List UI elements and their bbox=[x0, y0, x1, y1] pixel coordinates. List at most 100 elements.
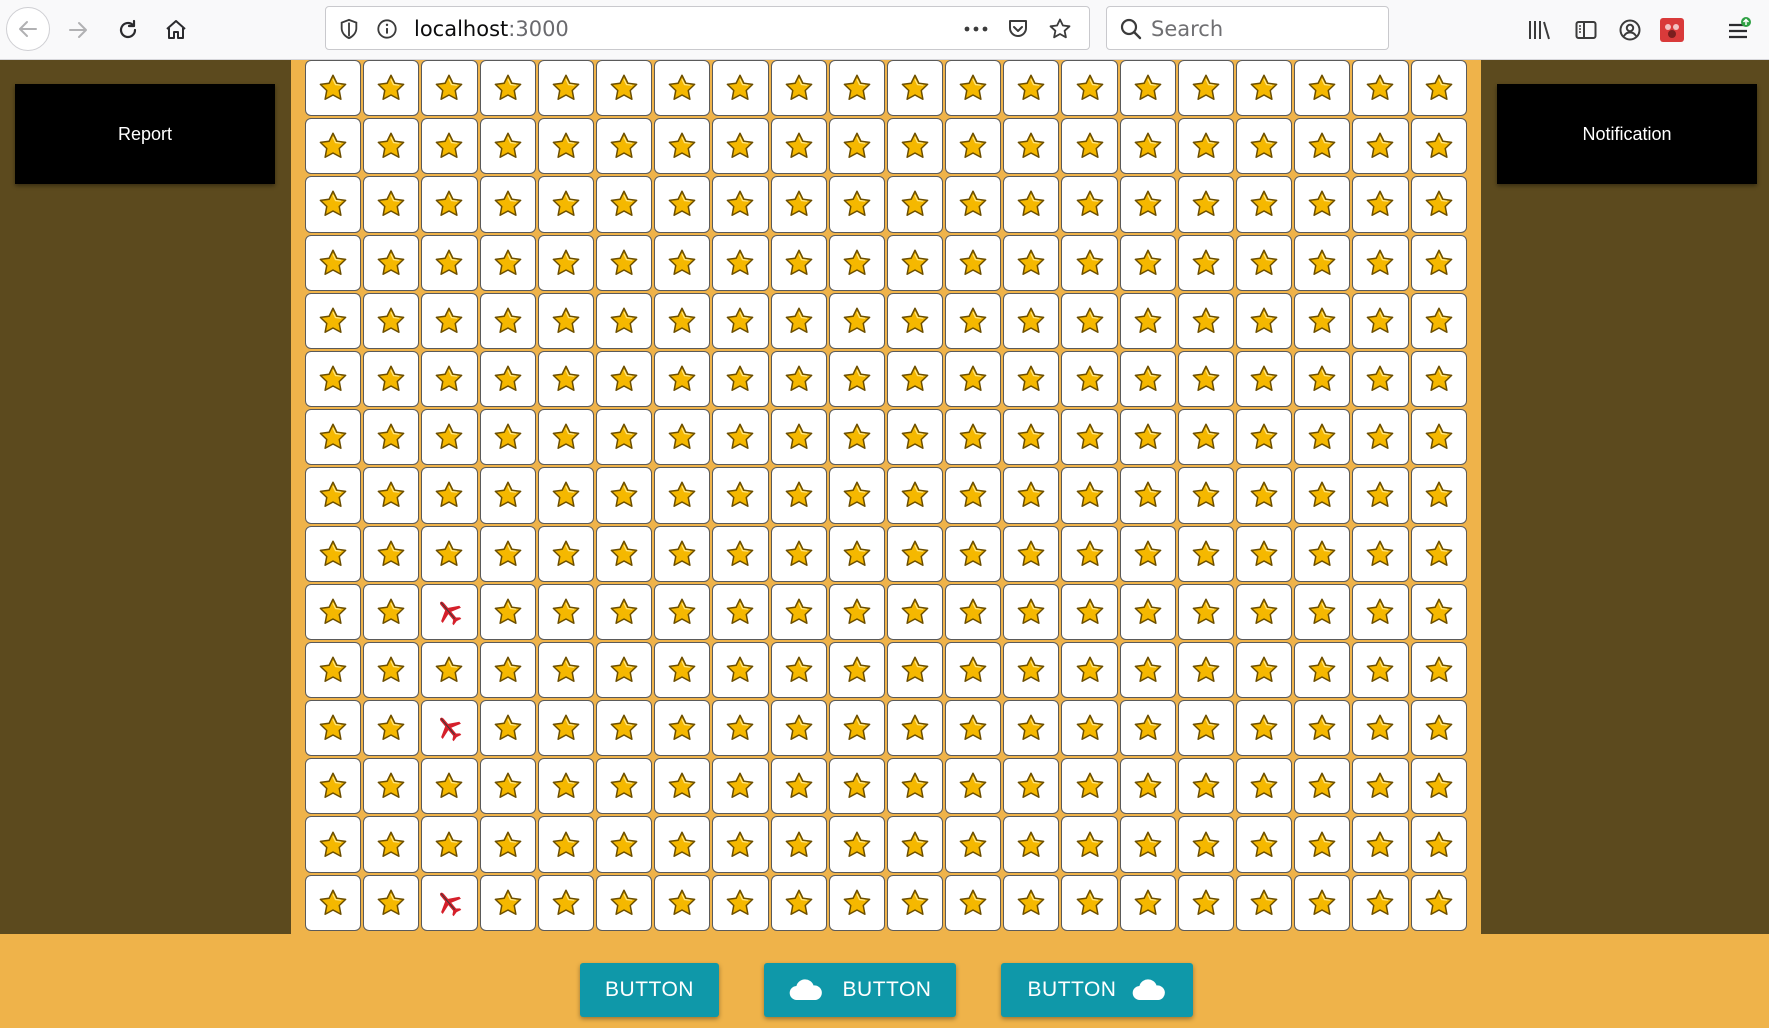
grid-cell[interactable] bbox=[828, 118, 885, 175]
grid-cell[interactable] bbox=[595, 874, 653, 931]
grid-cell[interactable] bbox=[828, 60, 885, 117]
grid-cell[interactable] bbox=[537, 583, 594, 640]
grid-cell[interactable] bbox=[305, 60, 362, 117]
grid-cell[interactable] bbox=[945, 292, 1002, 349]
grid-cell[interactable] bbox=[654, 292, 711, 349]
home-button[interactable] bbox=[156, 10, 196, 50]
grid-cell[interactable] bbox=[886, 583, 944, 640]
grid-cell[interactable] bbox=[1177, 525, 1234, 582]
grid-cell[interactable] bbox=[886, 816, 944, 873]
grid-cell[interactable] bbox=[828, 350, 885, 408]
grid-cell[interactable] bbox=[363, 176, 420, 233]
bookmark-star-icon[interactable] bbox=[1048, 17, 1072, 41]
grid-cell[interactable] bbox=[1410, 583, 1467, 640]
grid-cell[interactable] bbox=[654, 700, 711, 757]
grid-cell[interactable] bbox=[1410, 525, 1467, 582]
grid-cell[interactable] bbox=[363, 525, 420, 582]
grid-cell[interactable] bbox=[945, 409, 1002, 466]
grid-cell[interactable] bbox=[1177, 816, 1234, 873]
grid-cell[interactable] bbox=[479, 350, 536, 408]
grid-cell[interactable] bbox=[1177, 118, 1234, 175]
grid-cell[interactable] bbox=[654, 758, 711, 815]
grid-cell[interactable] bbox=[886, 350, 944, 408]
grid-cell[interactable] bbox=[1119, 816, 1176, 873]
grid-cell[interactable] bbox=[1294, 758, 1351, 815]
grid-cell[interactable] bbox=[595, 176, 653, 233]
grid-cell[interactable] bbox=[654, 874, 711, 931]
grid-cell[interactable] bbox=[363, 641, 420, 699]
grid-cell[interactable] bbox=[1119, 758, 1176, 815]
grid-cell[interactable] bbox=[363, 758, 420, 815]
grid-cell[interactable] bbox=[1061, 816, 1118, 873]
grid-cell[interactable] bbox=[421, 176, 478, 233]
grid-cell[interactable] bbox=[1119, 467, 1176, 524]
grid-cell[interactable] bbox=[479, 816, 536, 873]
grid-cell[interactable] bbox=[537, 118, 594, 175]
grid-cell[interactable] bbox=[1236, 350, 1293, 408]
grid-cell[interactable] bbox=[712, 874, 769, 931]
grid-cell[interactable] bbox=[1061, 700, 1118, 757]
grid-cell[interactable] bbox=[1352, 583, 1409, 640]
grid-cell[interactable] bbox=[886, 874, 944, 931]
grid-cell[interactable] bbox=[886, 118, 944, 175]
grid-cell[interactable] bbox=[770, 409, 827, 466]
grid-cell[interactable] bbox=[479, 176, 536, 233]
grid-cell[interactable] bbox=[1119, 234, 1176, 291]
grid-cell[interactable] bbox=[828, 292, 885, 349]
grid-cell[interactable] bbox=[886, 700, 944, 757]
grid-cell[interactable] bbox=[595, 758, 653, 815]
grid-cell[interactable] bbox=[1352, 350, 1409, 408]
grid-cell[interactable] bbox=[479, 409, 536, 466]
grid-cell[interactable] bbox=[1177, 641, 1234, 699]
grid-cell[interactable] bbox=[712, 350, 769, 408]
account-button[interactable] bbox=[1610, 10, 1650, 50]
grid-cell[interactable] bbox=[1119, 409, 1176, 466]
grid-cell[interactable] bbox=[1119, 60, 1176, 117]
grid-cell[interactable] bbox=[1061, 525, 1118, 582]
grid-cell[interactable] bbox=[537, 816, 594, 873]
grid-cell[interactable] bbox=[1410, 816, 1467, 873]
grid-cell[interactable] bbox=[654, 467, 711, 524]
grid-cell[interactable] bbox=[1352, 641, 1409, 699]
grid-cell[interactable] bbox=[479, 118, 536, 175]
grid-cell[interactable] bbox=[828, 700, 885, 757]
grid-cell[interactable] bbox=[595, 700, 653, 757]
grid-cell[interactable] bbox=[770, 467, 827, 524]
grid-cell[interactable] bbox=[1119, 118, 1176, 175]
grid-cell[interactable] bbox=[770, 292, 827, 349]
grid-cell[interactable] bbox=[945, 583, 1002, 640]
grid-cell[interactable] bbox=[1410, 641, 1467, 699]
grid-cell[interactable] bbox=[1177, 467, 1234, 524]
grid-cell[interactable] bbox=[421, 583, 478, 640]
grid-cell[interactable] bbox=[654, 234, 711, 291]
grid-cell[interactable] bbox=[654, 525, 711, 582]
grid-cell[interactable] bbox=[305, 525, 362, 582]
grid-cell[interactable] bbox=[1410, 350, 1467, 408]
back-button[interactable] bbox=[6, 7, 50, 51]
grid-cell[interactable] bbox=[1294, 467, 1351, 524]
grid-cell[interactable] bbox=[479, 292, 536, 349]
grid-cell[interactable] bbox=[712, 525, 769, 582]
grid-cell[interactable] bbox=[1294, 60, 1351, 117]
grid-cell[interactable] bbox=[1119, 874, 1176, 931]
grid-cell[interactable] bbox=[1003, 118, 1060, 175]
grid-cell[interactable] bbox=[363, 816, 420, 873]
grid-cell[interactable] bbox=[421, 758, 478, 815]
grid-cell[interactable] bbox=[886, 60, 944, 117]
grid-cell[interactable] bbox=[1177, 700, 1234, 757]
grid-cell[interactable] bbox=[886, 758, 944, 815]
grid-cell[interactable] bbox=[595, 292, 653, 349]
grid-cell[interactable] bbox=[828, 467, 885, 524]
grid-cell[interactable] bbox=[1177, 350, 1234, 408]
grid-cell[interactable] bbox=[479, 758, 536, 815]
grid-cell[interactable] bbox=[1294, 816, 1351, 873]
grid-cell[interactable] bbox=[712, 292, 769, 349]
grid-cell[interactable] bbox=[595, 234, 653, 291]
grid-cell[interactable] bbox=[1003, 816, 1060, 873]
grid-cell[interactable] bbox=[945, 467, 1002, 524]
grid-cell[interactable] bbox=[712, 409, 769, 466]
grid-cell[interactable] bbox=[828, 409, 885, 466]
grid-cell[interactable] bbox=[770, 700, 827, 757]
grid-cell[interactable] bbox=[712, 118, 769, 175]
grid-cell[interactable] bbox=[1236, 816, 1293, 873]
